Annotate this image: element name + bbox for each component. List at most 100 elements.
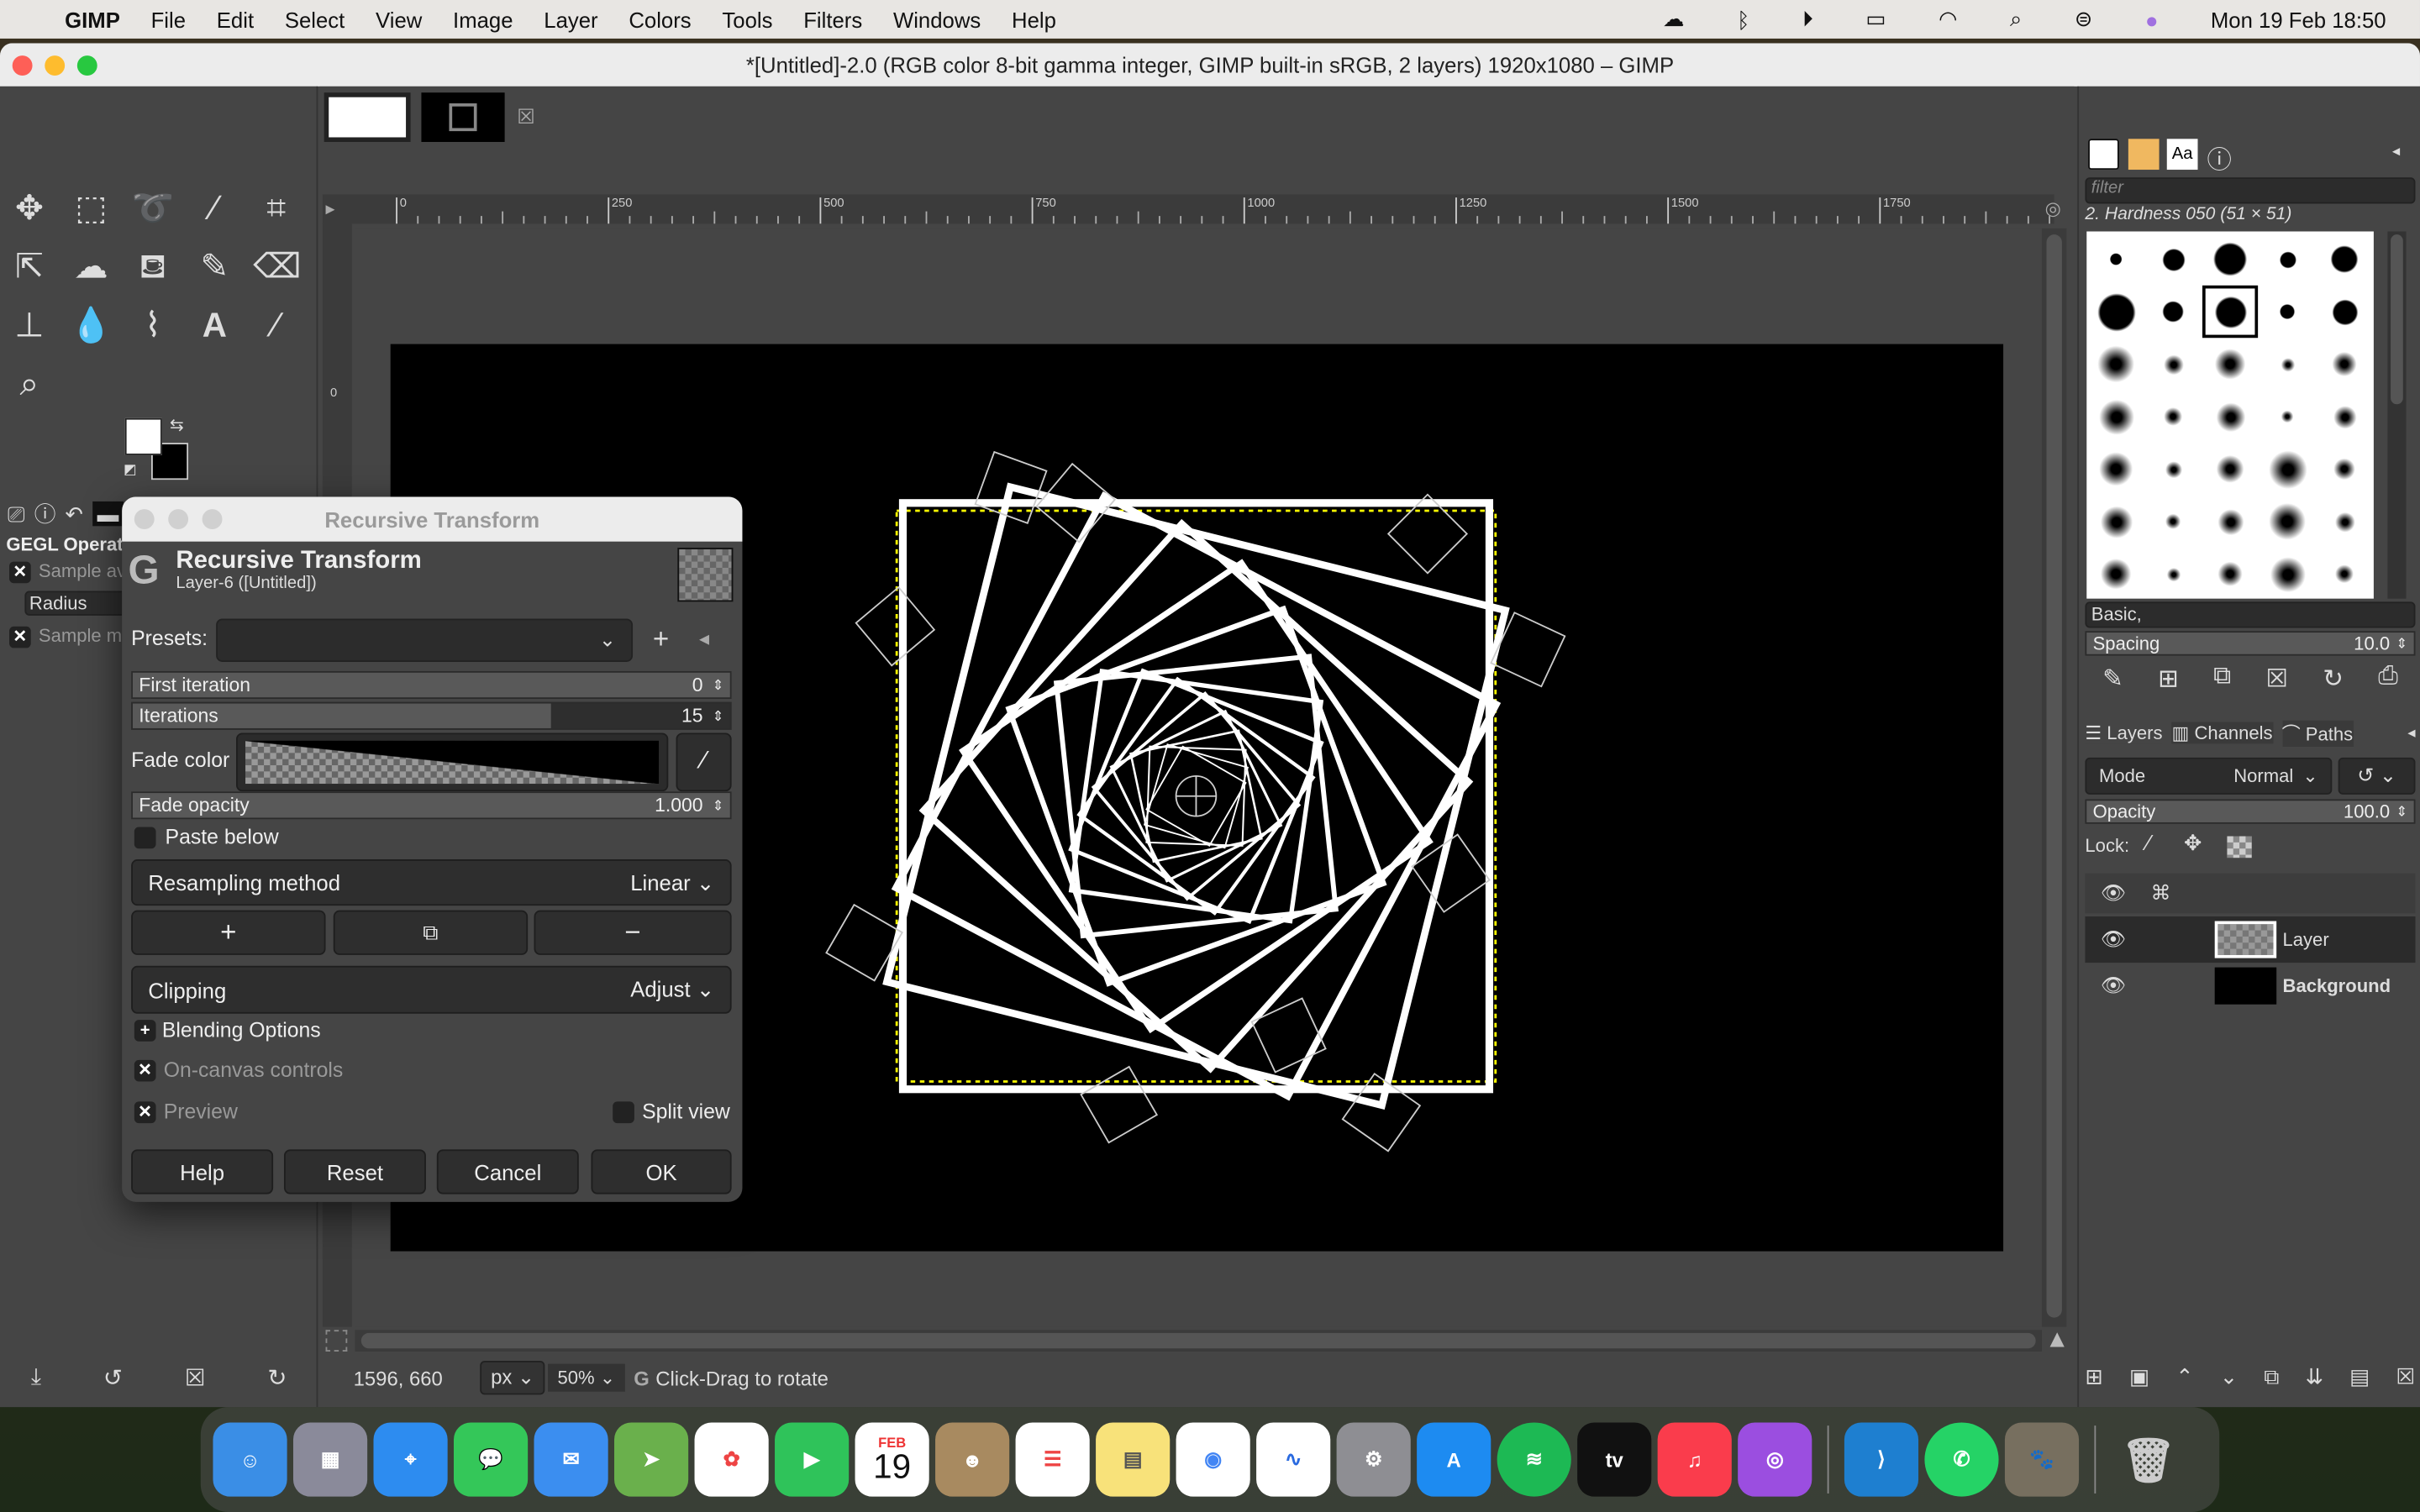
dialog-zoom-button[interactable] [202,509,223,529]
brush-preset[interactable] [2320,498,2370,544]
brush-tag-input[interactable]: Basic, [2085,601,2416,628]
reminders-icon[interactable]: ☰ [1015,1422,1090,1497]
presets-select[interactable]: ⌄ [216,618,634,662]
whatsapp-icon[interactable]: ✆ [1924,1422,1999,1497]
brush-preset[interactable] [2091,341,2141,387]
brush-filter-input[interactable]: filter [2085,177,2416,204]
add-transform-button[interactable]: + [131,910,326,955]
minimize-window-button[interactable] [45,55,66,76]
brush-preset[interactable] [2149,393,2198,439]
merge-layer-icon[interactable]: ⇊ [2306,1364,2324,1390]
brush-preset[interactable] [2263,446,2312,492]
brush-preset[interactable] [2149,498,2198,544]
brush-preset[interactable] [2091,288,2141,334]
brush-preset[interactable] [2149,288,2198,334]
eye-icon[interactable]: 👁 [2101,927,2215,952]
tab-channels[interactable]: ▥ Channels [2171,722,2273,744]
configure-tab-icon[interactable]: ◂ [2392,144,2400,160]
brush-scrollbar[interactable] [2387,231,2407,599]
delete-brush-icon[interactable]: ☒ [2266,664,2288,695]
fuzzy-select-tool-icon[interactable]: ⁄ [192,185,238,231]
layer-row[interactable]: 👁 Background [2085,963,2415,1009]
quick-mask-icon[interactable] [325,1330,348,1352]
spotify-icon[interactable]: ≋ [1497,1422,1571,1497]
refresh-brushes-icon[interactable]: ↻ [2323,664,2344,695]
media-play-icon[interactable]: ⏵ [1802,6,1813,32]
brush-preset[interactable] [2206,236,2255,282]
restore-options-icon[interactable]: ↺ [103,1364,123,1392]
first-iteration-spinner[interactable]: First iteration 0 ⇕ [131,670,732,700]
new-layer-icon[interactable]: ⊞ [2085,1364,2103,1390]
unified-transform-tool-icon[interactable]: ⇱ [6,244,52,290]
brushes-tab-icon[interactable] [2088,139,2119,171]
creative-cloud-icon[interactable]: ☁ [1663,6,1685,32]
brush-preset[interactable] [2149,446,2198,492]
on-canvas-controls-checkbox[interactable]: ✕ [134,1059,156,1082]
brush-preset[interactable] [2091,446,2141,492]
brush-preset[interactable] [2320,341,2370,387]
menu-windows[interactable]: Windows [893,7,981,31]
lock-alpha-icon[interactable] [2227,836,2252,858]
cancel-button[interactable]: Cancel [436,1149,579,1194]
menu-file[interactable]: File [151,7,186,31]
horizontal-scrollbar[interactable] [355,1330,2042,1352]
brush-preset[interactable] [2149,551,2198,597]
vertical-scrollbar[interactable] [2041,228,2067,1327]
wifi-icon[interactable]: ◠ [1939,6,1957,32]
paintbrush-tool-icon[interactable]: ✎ [192,244,238,290]
zoom-window-button[interactable] [76,55,97,76]
zoom-to-fit-icon[interactable]: ◎ [2045,197,2061,219]
close-window-button[interactable] [12,55,33,76]
layer-name[interactable]: Layer [2283,929,2329,951]
save-options-icon[interactable]: ⤓ [31,1364,41,1392]
menu-layer[interactable]: Layer [544,7,597,31]
spotlight-search-icon[interactable]: ⌕ [2010,6,2022,32]
layer-row[interactable]: 👁 Layer [2085,916,2416,963]
edit-brush-icon[interactable]: ✎ [2102,664,2123,695]
new-brush-icon[interactable]: ⊞ [2158,664,2179,695]
brush-preset[interactable] [2091,236,2141,282]
preview-checkbox[interactable]: ✕ [134,1101,156,1124]
dialog-titlebar[interactable]: Recursive Transform [122,496,743,542]
brush-preset[interactable] [2206,551,2255,597]
system-settings-icon[interactable]: ⚙ [1336,1422,1411,1497]
close-tab-icon[interactable]: ☒ [517,105,539,129]
eraser-tool-icon[interactable]: ⌫ [253,244,301,290]
duplicate-brush-icon[interactable]: ⧉ [2213,664,2231,695]
brush-preset[interactable] [2320,446,2370,492]
sample-average-checkbox[interactable]: ✕ [9,561,31,584]
notes-icon[interactable]: ▤ [1096,1422,1171,1497]
warp-tool-icon[interactable]: ☁ [68,244,114,290]
calendar-icon[interactable]: FEB 19 [855,1422,929,1497]
open-brush-as-image-icon[interactable]: ⎙ [2378,664,2398,695]
menu-help[interactable]: Help [1012,7,1056,31]
facetime-icon[interactable]: ▶ [775,1422,850,1497]
device-status-tab-icon[interactable]: ⓘ [34,498,56,529]
brush-preset[interactable] [2263,393,2312,439]
iterations-spinner[interactable]: Iterations 15 ⇕ [131,701,732,730]
brush-preset[interactable] [2320,236,2370,282]
mail-icon[interactable]: ✉ [534,1422,608,1497]
lower-layer-icon[interactable]: ⌄ [2220,1364,2238,1390]
zoom-tool-icon[interactable]: ⌕ [6,361,52,407]
app-store-icon[interactable]: A [1417,1422,1491,1497]
safari-icon[interactable]: ⌖ [373,1422,448,1497]
save-preset-icon[interactable]: + [653,623,669,656]
lock-pixels-icon[interactable]: ⁄ [2147,830,2150,854]
messages-icon[interactable]: 💬 [453,1422,529,1497]
brush-preset[interactable] [2263,498,2312,544]
brush-preset[interactable] [2263,288,2312,334]
gimp-icon[interactable]: 🐾 [2004,1422,2080,1497]
fade-opacity-spinner[interactable]: Fade opacity 1.000 ⇕ [131,791,732,820]
undo-history-tab-icon[interactable]: ↶ [66,501,84,527]
configure-tab-icon[interactable]: ◂ [2407,724,2415,741]
finder-icon[interactable]: ☺ [213,1422,287,1497]
bluetooth-icon[interactable]: ᛒ [1737,7,1749,31]
paste-below-checkbox[interactable] [134,827,156,849]
brush-preset[interactable] [2263,551,2312,597]
brush-preset[interactable] [2091,551,2141,597]
bucket-fill-tool-icon[interactable]: ⛾ [129,244,176,290]
horizontal-ruler[interactable]: ▸ 0 250 500 750 1000 1250 1500 1750 [322,194,2054,224]
duplicate-transform-button[interactable]: ⧉ [333,910,529,955]
reset-options-icon[interactable]: ↻ [267,1364,287,1392]
